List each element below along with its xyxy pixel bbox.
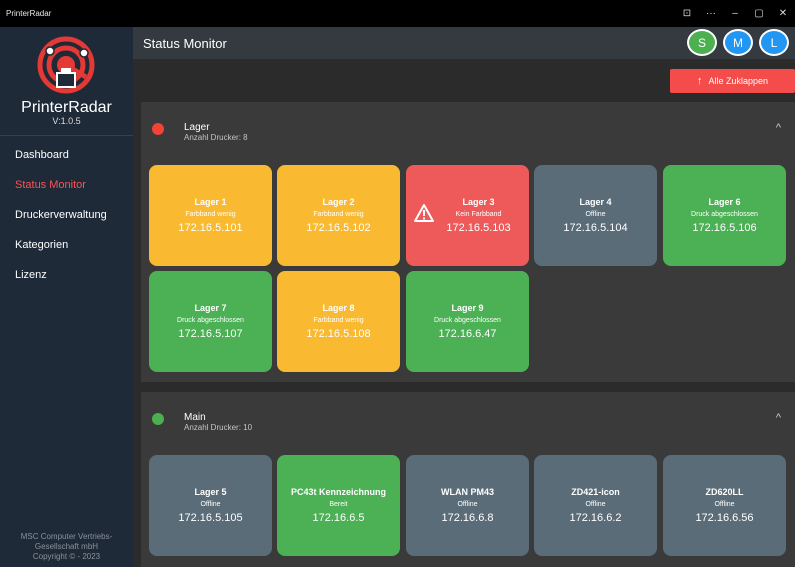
sidebar-item-status-monitor[interactable]: Status Monitor [0,170,133,200]
avatar-m[interactable]: M [723,29,753,56]
printer-name: ZD620LL [705,487,744,497]
printer-name: Lager 2 [322,197,355,207]
window-title: PrinterRadar [6,9,52,18]
printer-tile[interactable]: Lager 2 Farbband wenig 172.16.5.102 [277,165,400,266]
sidebar-footer: MSC Computer Vertriebs- Gesellschaft mbH… [0,532,133,562]
group-printer-count: Anzahl Drucker: 10 [184,423,253,432]
sidebar-item-dashboard[interactable]: Dashboard [0,140,133,170]
printer-name: Lager 4 [579,197,612,207]
maximize-button[interactable]: ▢ [747,0,771,27]
printer-ip: 172.16.5.101 [178,222,243,234]
printer-status: Druck abgeschlossen [691,211,758,218]
footer-copyright: Copyright © - 2023 [32,552,101,561]
printer-ip: 172.16.5.108 [306,328,371,340]
sidebar-nav: Dashboard Status Monitor Druckerverwaltu… [0,140,133,290]
window-controls: ⊡ ··· – ▢ ✕ [675,0,795,27]
printer-name: ZD421-icon [571,487,620,497]
printer-tile[interactable]: Lager 9 Druck abgeschlossen 172.16.6.47 [406,271,529,372]
brand-name: PrinterRadar [21,99,112,116]
printer-tile[interactable]: Lager 8 Farbband wenig 172.16.5.108 [277,271,400,372]
page-header: Status Monitor S M L [133,27,795,59]
printer-ip: 172.16.5.105 [178,512,243,524]
footer-company-line2: Gesellschaft mbH [34,542,99,551]
printer-ip: 172.16.5.107 [178,328,243,340]
collapse-all-button[interactable]: ↑ Alle Zuklappen [670,69,795,93]
page-title: Status Monitor [143,35,227,51]
printer-status: Offline [457,501,478,508]
printer-ip: 172.16.5.106 [692,222,757,234]
printer-tile[interactable]: Lager 6 Druck abgeschlossen 172.16.5.106 [663,165,786,266]
group-header[interactable]: Lager Anzahl Drucker: 8 ^ [141,102,795,157]
printer-status: Druck abgeschlossen [434,317,501,324]
printer-status: Offline [585,501,606,508]
printer-name: PC43t Kennzeichnung [290,487,386,497]
sidebar: PrinterRadar V:1.0.5 Dashboard Status Mo… [0,27,133,567]
app-version: V:1.0.5 [52,116,81,126]
printer-ip: 172.16.6.56 [695,512,754,524]
main-content: ↑ Alle Zuklappen Lager Anzahl Drucker: 8 ^… [133,59,795,567]
chevron-up-icon[interactable]: ^ [776,122,781,134]
footer-company-line1: MSC Computer Vertriebs- [20,532,113,541]
close-button[interactable]: ✕ [771,0,795,27]
printer-status: Offline [200,501,221,508]
printer-name: Lager 5 [194,487,227,497]
printer-name: Lager 8 [322,303,355,313]
more-icon[interactable]: ··· [699,0,723,27]
printer-tile[interactable]: Lager 3 Kein Farbband 172.16.5.103 [406,165,529,266]
sidebar-item-lizenz[interactable]: Lizenz [0,260,133,290]
arrow-up-icon: ↑ [696,75,703,87]
chevron-up-icon[interactable]: ^ [776,412,781,424]
printer-tile[interactable]: Lager 4 Offline 172.16.5.104 [534,165,657,266]
group-printer-count: Anzahl Drucker: 8 [184,133,248,142]
minimize-button[interactable]: – [723,0,747,27]
printer-status: Farbband wenig [313,317,364,324]
user-avatars: S M L [687,29,789,56]
collapse-all-label: Alle Zuklappen [708,76,769,86]
printer-group-lager: Lager Anzahl Drucker: 8 ^ Lager 1 Farbband w… [141,102,795,382]
printer-name: Lager 6 [708,197,741,207]
printer-status: Druck abgeschlossen [177,317,244,324]
group-status-dot [152,123,164,135]
printer-tile[interactable]: ZD620LL Offline 172.16.6.56 [663,455,786,556]
printer-ip: 172.16.6.8 [441,512,494,524]
printer-ip: 172.16.6.47 [438,328,497,340]
printer-tile[interactable]: Lager 7 Druck abgeschlossen 172.16.5.107 [149,271,272,372]
printer-tile[interactable]: ZD421-icon Offline 172.16.6.2 [534,455,657,556]
printer-name: Lager 7 [194,303,227,313]
group-name: Main [184,412,206,423]
avatar-s[interactable]: S [687,29,717,56]
group-status-dot [152,413,164,425]
printer-ip: 172.16.5.104 [563,222,628,234]
sidebar-item-kategorien[interactable]: Kategorien [0,230,133,260]
printer-name: Lager 3 [462,197,495,207]
printer-tile[interactable]: PC43t Kennzeichnung Bereit 172.16.6.5 [277,455,400,556]
group-name: Lager [184,122,210,133]
printer-name: Lager 1 [194,197,227,207]
printer-tile[interactable]: WLAN PM43 Offline 172.16.6.8 [406,455,529,556]
title-bar: PrinterRadar ⊡ ··· – ▢ ✕ [0,0,795,27]
printer-tile[interactable]: Lager 1 Farbband wenig 172.16.5.101 [149,165,272,266]
printer-status: Kein Farbband [455,211,502,218]
printer-tile[interactable]: Lager 5 Offline 172.16.5.105 [149,455,272,556]
avatar-l[interactable]: L [759,29,789,56]
printer-name: Lager 9 [451,303,484,313]
printer-status: Farbband wenig [185,211,236,218]
printer-status: Farbband wenig [313,211,364,218]
group-header[interactable]: Main Anzahl Drucker: 10 ^ [141,392,795,447]
printerradar-logo-icon [34,35,98,99]
snap-icon[interactable]: ⊡ [675,0,699,27]
printer-status: Offline [585,211,606,218]
printer-name: WLAN PM43 [440,487,494,497]
sidebar-item-druckerverwaltung[interactable]: Druckerverwaltung [0,200,133,230]
printer-status: Offline [714,501,735,508]
printer-group-main: Main Anzahl Drucker: 10 ^ Lager 5 Offline 172… [141,392,795,567]
printer-ip: 172.16.6.5 [312,512,365,524]
printer-ip: 172.16.5.103 [446,222,511,234]
sidebar-divider [0,135,133,136]
printer-status: Bereit [329,501,348,508]
printer-ip: 172.16.5.102 [306,222,371,234]
printer-ip: 172.16.6.2 [569,512,622,524]
